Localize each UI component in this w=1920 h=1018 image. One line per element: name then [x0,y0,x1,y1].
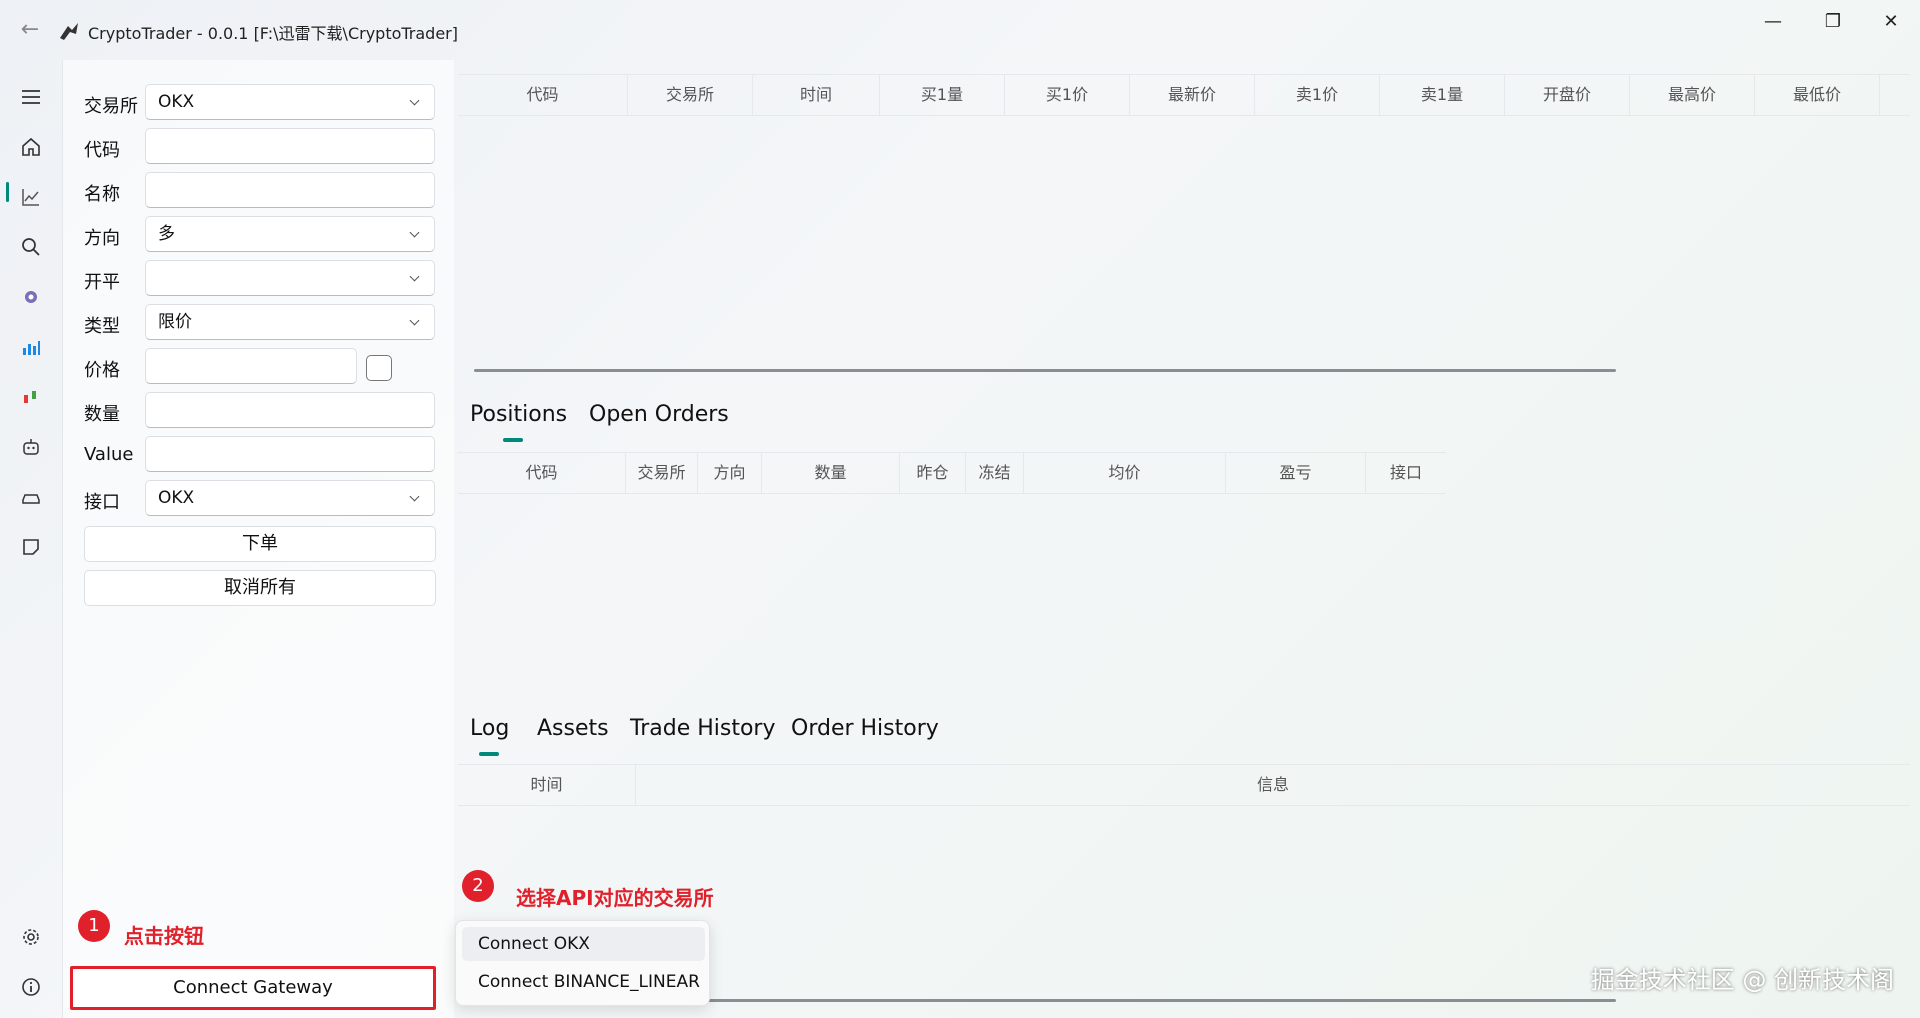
step-1-badge: 1 [78,910,110,942]
active-indicator [6,182,9,202]
order-type-select[interactable]: 限价 [145,304,435,340]
pos-col-gateway[interactable]: 接口 [1366,453,1446,493]
type-label: 类型 [84,316,120,337]
minimize-button[interactable]: — [1750,6,1796,38]
pos-col-volume[interactable]: 数量 [762,453,900,493]
title-bar: ← CryptoTrader - 0.0.1 [F:\迅雷下载\CryptoTr… [0,0,1920,60]
menu-item-connect-binance-linear[interactable]: Connect BINANCE_LINEAR [462,965,705,999]
car-icon[interactable] [14,480,48,514]
strategy-gear-icon[interactable] [14,280,48,314]
code-input[interactable] [145,128,435,164]
note-icon[interactable] [14,530,48,564]
app-logo-icon [60,23,78,40]
step-2-text: 选择API对应的交易所 [516,886,714,910]
log-table-header: 时间 信息 [458,764,1910,806]
price-input[interactable] [145,348,357,384]
market-col-code[interactable]: 代码 [458,75,628,115]
market-horizontal-scrollbar[interactable] [474,369,1616,372]
chart-icon[interactable] [14,180,48,214]
log-tab-indicator [479,752,499,756]
code-label: 代码 [84,140,120,161]
direction-select[interactable]: 多 [145,216,435,252]
volume-input[interactable] [145,392,435,428]
market-col-ask-price[interactable]: 卖1价 [1255,75,1380,115]
positions-tab-indicator [503,438,523,442]
market-col-bid-volume[interactable]: 买1量 [880,75,1005,115]
market-col-time[interactable]: 时间 [753,75,880,115]
gateway-label: 接口 [84,492,120,513]
market-col-bid-price[interactable]: 买1价 [1005,75,1130,115]
value-label: Value [84,444,134,465]
offset-select[interactable] [145,260,435,296]
pos-col-yd-volume[interactable]: 昨仓 [900,453,966,493]
watermark: 掘金技术社区 @ 创新技术阁 [1590,966,1894,994]
market-col-open[interactable]: 开盘价 [1505,75,1630,115]
market-table-header: 代码 交易所 时间 买1量 买1价 最新价 卖1价 卖1量 开盘价 最高价 最低… [458,74,1910,116]
market-col-exchange[interactable]: 交易所 [628,75,753,115]
pos-col-code[interactable]: 代码 [458,453,626,493]
offset-label: 开平 [84,272,120,293]
market-col-low[interactable]: 最低价 [1755,75,1880,115]
close-button[interactable]: ✕ [1868,6,1914,38]
settings-gear-icon[interactable] [14,920,48,954]
volume-label: 数量 [84,404,120,425]
log-horizontal-scrollbar[interactable] [706,999,1616,1002]
tab-order-history[interactable]: Order History [791,716,939,741]
home-icon[interactable] [14,130,48,164]
analytics-bar-icon[interactable] [14,330,48,364]
step-1-text: 点击按钮 [124,924,204,948]
menu-item-connect-okx[interactable]: Connect OKX [462,927,705,961]
search-icon[interactable] [14,230,48,264]
log-col-time[interactable]: 时间 [458,765,636,805]
candlestick-icon[interactable] [14,380,48,414]
price-checkbox[interactable] [366,355,392,381]
sidebar [0,60,60,1018]
value-input[interactable] [145,436,435,472]
pos-col-avg-price[interactable]: 均价 [1024,453,1226,493]
tab-positions[interactable]: Positions [470,402,567,427]
log-col-message[interactable]: 信息 [636,765,1910,805]
menu-icon[interactable] [14,80,48,114]
direction-label: 方向 [84,228,120,249]
pos-col-pnl[interactable]: 盈亏 [1226,453,1366,493]
positions-table-header: 代码 交易所 方向 数量 昨仓 冻结 均价 盈亏 接口 [458,452,1446,494]
maximize-button[interactable]: ❐ [1810,6,1856,38]
gateway-select[interactable]: OKX [145,480,435,516]
exchange-select[interactable]: OKX [145,84,435,120]
connect-gateway-menu: Connect OKX Connect BINANCE_LINEAR [455,920,710,1006]
tab-assets[interactable]: Assets [537,716,609,741]
cancel-all-button[interactable]: 取消所有 [84,570,436,606]
pos-col-direction[interactable]: 方向 [698,453,762,493]
market-col-ask-volume[interactable]: 卖1量 [1380,75,1505,115]
connect-gateway-button[interactable]: Connect Gateway [70,966,436,1010]
info-icon[interactable] [14,970,48,1004]
tab-trade-history[interactable]: Trade History [630,716,776,741]
name-input[interactable] [145,172,435,208]
window-title: CryptoTrader - 0.0.1 [F:\迅雷下载\CryptoTrad… [88,24,459,43]
pos-col-frozen[interactable]: 冻结 [966,453,1024,493]
send-order-button[interactable]: 下单 [84,526,436,562]
bot-icon[interactable] [14,430,48,464]
back-arrow-icon[interactable]: ← [14,14,46,46]
price-label: 价格 [84,360,120,381]
step-2-badge: 2 [462,870,494,902]
market-col-high[interactable]: 最高价 [1630,75,1755,115]
market-col-last-price[interactable]: 最新价 [1130,75,1255,115]
exchange-label: 交易所 [84,96,138,117]
name-label: 名称 [84,184,120,205]
tab-open-orders[interactable]: Open Orders [589,402,729,427]
tab-log[interactable]: Log [470,716,509,741]
pos-col-exchange[interactable]: 交易所 [626,453,698,493]
